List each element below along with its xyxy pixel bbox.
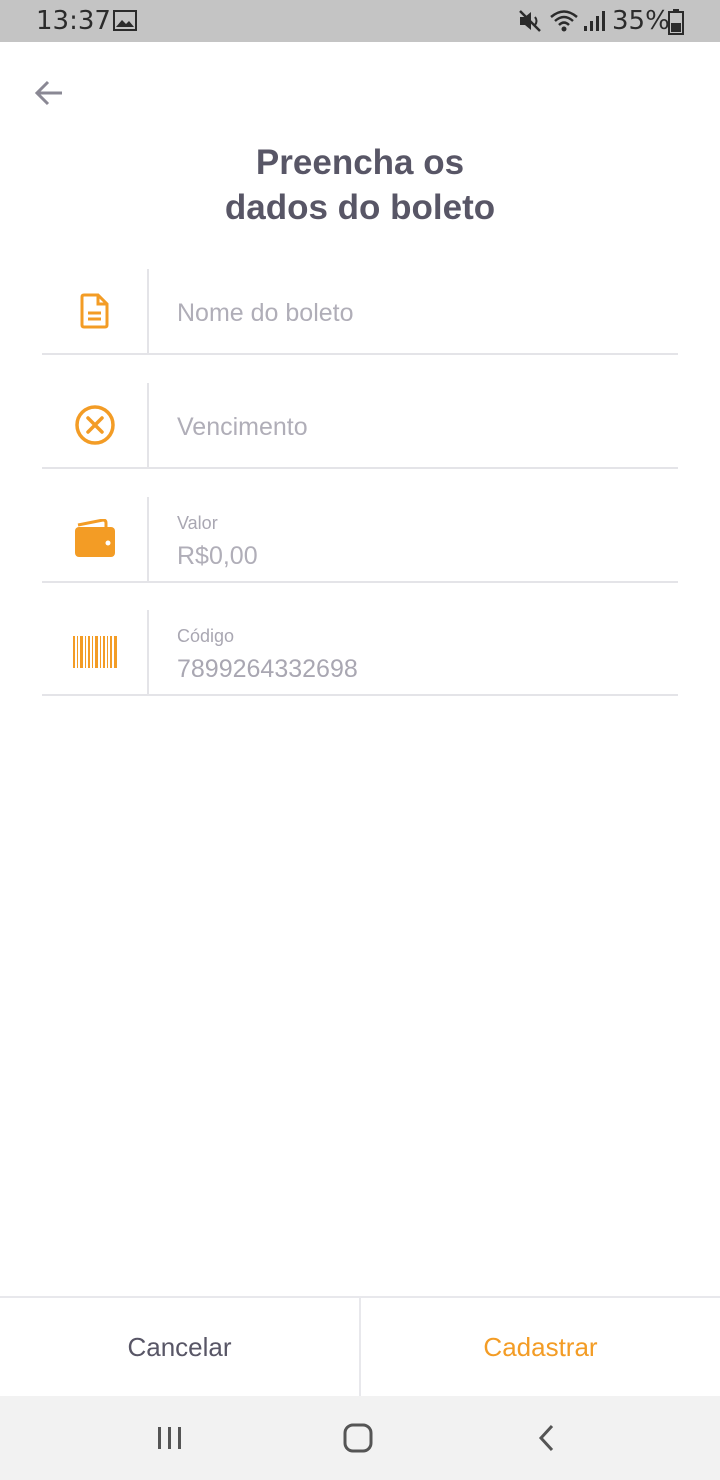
boleto-name-input[interactable] xyxy=(177,295,667,331)
amount-input[interactable] xyxy=(177,538,667,574)
row-divider xyxy=(147,497,149,581)
page-title: Preencha os dados do boleto xyxy=(0,140,720,230)
due-date-row xyxy=(42,383,678,469)
nav-back-icon[interactable] xyxy=(524,1418,568,1458)
code-row: Código xyxy=(42,610,678,696)
row-divider xyxy=(147,269,149,353)
row-divider xyxy=(147,383,149,467)
mute-icon xyxy=(519,10,541,32)
row-divider xyxy=(147,610,149,694)
signal-icon xyxy=(584,11,605,31)
boleto-name-row xyxy=(42,269,678,355)
code-label: Código xyxy=(177,626,235,646)
document-icon xyxy=(42,269,147,353)
due-date-input[interactable] xyxy=(177,409,667,445)
wifi-icon xyxy=(550,10,578,32)
battery-percent: 35% xyxy=(612,6,670,36)
battery-icon xyxy=(668,9,684,35)
status-bar: 13:37 35% xyxy=(0,0,720,42)
action-bar: Cancelar Cadastrar xyxy=(0,1296,720,1396)
barcode-icon xyxy=(42,610,147,694)
gallery-icon xyxy=(113,10,137,31)
arrow-left-icon xyxy=(34,80,62,106)
amount-row: Valor xyxy=(42,497,678,583)
recent-apps-icon[interactable] xyxy=(148,1418,192,1458)
cancel-button[interactable]: Cancelar xyxy=(0,1298,359,1396)
status-time: 13:37 xyxy=(36,6,111,36)
amount-label: Valor xyxy=(177,513,218,533)
code-input[interactable] xyxy=(177,651,667,687)
page-title-line1: Preencha os xyxy=(255,143,465,182)
wallet-icon xyxy=(42,497,147,581)
nav-bar xyxy=(0,1396,720,1480)
back-button[interactable] xyxy=(28,72,70,114)
submit-button[interactable]: Cadastrar xyxy=(361,1298,720,1396)
page-title-line2: dados do boleto xyxy=(224,188,496,227)
home-icon[interactable] xyxy=(336,1418,380,1458)
close-circle-icon xyxy=(42,383,147,467)
